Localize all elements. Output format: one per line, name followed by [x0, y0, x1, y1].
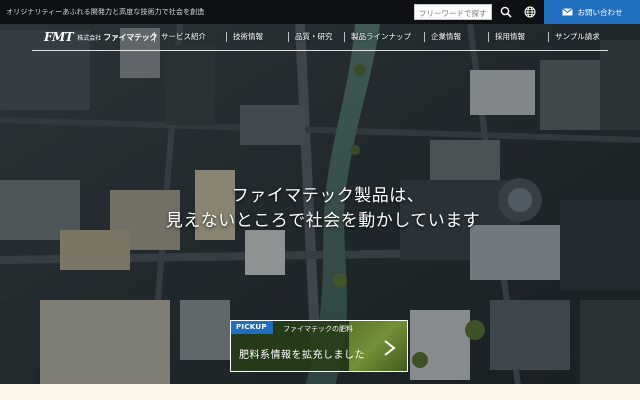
pickup-tag: PICKUP — [231, 321, 273, 334]
nav-item-company[interactable]: 企業情報 — [424, 31, 461, 45]
search-icon — [500, 6, 512, 18]
content-section-edge — [0, 384, 640, 400]
arrow-right-icon — [384, 340, 396, 356]
mail-icon — [561, 8, 573, 16]
global-nav: サービス紹介 技術情報 品質・研究 製品ラインナップ 企業情報 採用情報 サンプ… — [150, 26, 610, 50]
globe-icon — [524, 6, 536, 18]
nav-item-services[interactable]: サービス紹介 — [154, 31, 206, 45]
search-button[interactable] — [498, 4, 514, 20]
top-utility-bar: オリジナリティーあふれる開発力と高度な技術力で社会を創造 お問い合わせ — [0, 0, 640, 24]
contact-button[interactable]: お問い合わせ — [544, 0, 640, 24]
pickup-category: ファイマテックの肥料 — [283, 325, 353, 333]
nav-divider — [32, 50, 608, 51]
nav-item-quality[interactable]: 品質・研究 — [288, 31, 333, 45]
nav-item-products[interactable]: 製品ラインナップ — [344, 31, 411, 45]
search-input[interactable] — [414, 4, 492, 20]
company-logo[interactable]: FMT 株式会社 ファイマテック — [44, 30, 157, 44]
hero-headline-line1: ファイマテック製品は、 — [231, 186, 425, 206]
hero-headline-line2: 見えないところで社会を動かしています — [165, 211, 481, 231]
logo-mark: FMT — [44, 30, 74, 44]
language-button[interactable] — [522, 4, 538, 20]
contact-button-label: お問い合わせ — [577, 7, 623, 17]
nav-item-recruit[interactable]: 採用情報 — [488, 31, 525, 45]
pickup-card[interactable]: PICKUP ファイマテックの肥料 肥料系情報を拡充しました — [230, 320, 408, 372]
logo-sub: 株式会社 — [77, 34, 102, 42]
nav-item-sample[interactable]: サンプル請求 — [548, 31, 600, 45]
nav-item-tech[interactable]: 技術情報 — [226, 31, 263, 45]
pickup-title: 肥料系情報を拡充しました — [239, 350, 365, 361]
site-tagline: オリジナリティーあふれる開発力と高度な技術力で社会を創造 — [6, 8, 205, 16]
